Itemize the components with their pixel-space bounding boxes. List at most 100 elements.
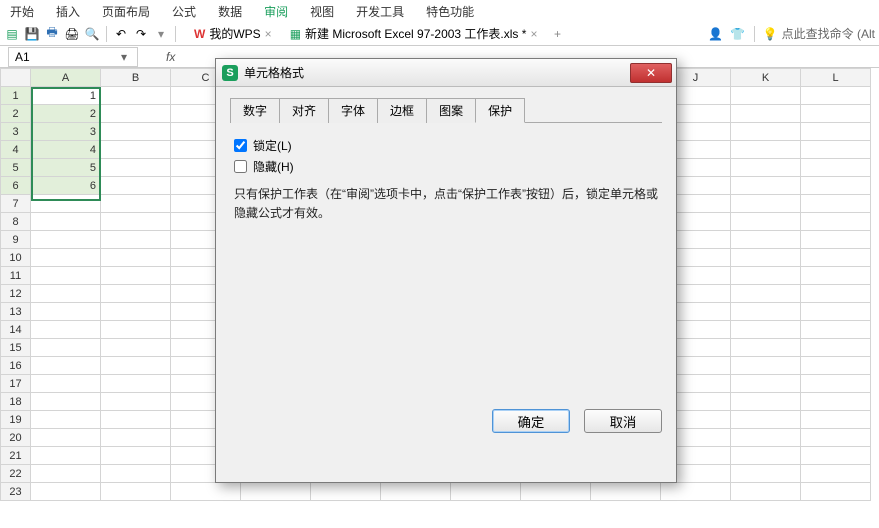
skin-icon[interactable]: 👕	[730, 26, 746, 42]
row-header-8[interactable]: 8	[1, 213, 31, 231]
col-header-A[interactable]: A	[31, 69, 101, 87]
ribbon-tab-6[interactable]: 视图	[310, 3, 334, 20]
cell-C23[interactable]	[171, 483, 241, 501]
cell-L4[interactable]	[801, 141, 871, 159]
cell-L16[interactable]	[801, 357, 871, 375]
row-header-22[interactable]: 22	[1, 465, 31, 483]
row-header-2[interactable]: 2	[1, 105, 31, 123]
cell-A2[interactable]: 2	[31, 105, 101, 123]
dialog-tab-0[interactable]: 数字	[230, 98, 280, 123]
cell-L13[interactable]	[801, 303, 871, 321]
cell-E23[interactable]	[311, 483, 381, 501]
cell-B2[interactable]	[101, 105, 171, 123]
cell-L21[interactable]	[801, 447, 871, 465]
name-box[interactable]: A1 ▾	[8, 47, 138, 67]
dialog-tab-2[interactable]: 字体	[328, 98, 378, 123]
cell-A9[interactable]	[31, 231, 101, 249]
cell-L19[interactable]	[801, 411, 871, 429]
cell-B12[interactable]	[101, 285, 171, 303]
cell-B11[interactable]	[101, 267, 171, 285]
cell-B19[interactable]	[101, 411, 171, 429]
cell-K6[interactable]	[731, 177, 801, 195]
dialog-titlebar[interactable]: S 单元格格式 ✕	[216, 59, 676, 87]
cell-A19[interactable]	[31, 411, 101, 429]
cell-G23[interactable]	[451, 483, 521, 501]
cell-A23[interactable]	[31, 483, 101, 501]
cell-K8[interactable]	[731, 213, 801, 231]
cell-K12[interactable]	[731, 285, 801, 303]
cell-F23[interactable]	[381, 483, 451, 501]
cell-K9[interactable]	[731, 231, 801, 249]
cell-L7[interactable]	[801, 195, 871, 213]
ribbon-tab-7[interactable]: 开发工具	[356, 3, 404, 20]
cell-A12[interactable]	[31, 285, 101, 303]
cell-K7[interactable]	[731, 195, 801, 213]
cell-A22[interactable]	[31, 465, 101, 483]
cell-K16[interactable]	[731, 357, 801, 375]
row-header-6[interactable]: 6	[1, 177, 31, 195]
user-icon[interactable]: 👤	[708, 26, 724, 42]
cell-A18[interactable]	[31, 393, 101, 411]
cell-L9[interactable]	[801, 231, 871, 249]
row-header-15[interactable]: 15	[1, 339, 31, 357]
new-icon[interactable]: ▤	[4, 26, 20, 42]
row-header-3[interactable]: 3	[1, 123, 31, 141]
row-header-5[interactable]: 5	[1, 159, 31, 177]
file-tab[interactable]: ▦ 新建 Microsoft Excel 97-2003 工作表.xls * ×	[284, 23, 544, 45]
row-header-19[interactable]: 19	[1, 411, 31, 429]
cell-H23[interactable]	[521, 483, 591, 501]
cell-K4[interactable]	[731, 141, 801, 159]
cell-B4[interactable]	[101, 141, 171, 159]
cell-K2[interactable]	[731, 105, 801, 123]
col-header-B[interactable]: B	[101, 69, 171, 87]
close-icon[interactable]: ×	[530, 27, 537, 41]
cell-K1[interactable]	[731, 87, 801, 105]
cell-B16[interactable]	[101, 357, 171, 375]
cell-K19[interactable]	[731, 411, 801, 429]
select-all-corner[interactable]	[1, 69, 31, 87]
cell-A17[interactable]	[31, 375, 101, 393]
cell-B18[interactable]	[101, 393, 171, 411]
col-header-L[interactable]: L	[801, 69, 871, 87]
cancel-button[interactable]: 取消	[584, 409, 662, 433]
row-header-21[interactable]: 21	[1, 447, 31, 465]
cell-L14[interactable]	[801, 321, 871, 339]
cell-K3[interactable]	[731, 123, 801, 141]
cell-A6[interactable]: 6	[31, 177, 101, 195]
cell-L18[interactable]	[801, 393, 871, 411]
cell-A7[interactable]	[31, 195, 101, 213]
cell-B20[interactable]	[101, 429, 171, 447]
cell-B1[interactable]	[101, 87, 171, 105]
add-tab-icon[interactable]: +	[549, 26, 565, 42]
cell-L6[interactable]	[801, 177, 871, 195]
ribbon-tab-8[interactable]: 特色功能	[426, 3, 474, 20]
row-header-16[interactable]: 16	[1, 357, 31, 375]
undo-icon[interactable]: ↶	[113, 26, 129, 42]
cell-L12[interactable]	[801, 285, 871, 303]
cell-K14[interactable]	[731, 321, 801, 339]
command-search[interactable]: 💡 点此查找命令 (Alt	[763, 25, 875, 42]
cell-B5[interactable]	[101, 159, 171, 177]
cell-K5[interactable]	[731, 159, 801, 177]
ribbon-tab-2[interactable]: 页面布局	[102, 3, 150, 20]
cell-L3[interactable]	[801, 123, 871, 141]
cell-B21[interactable]	[101, 447, 171, 465]
cell-L20[interactable]	[801, 429, 871, 447]
close-icon[interactable]: ×	[265, 27, 272, 41]
cell-A8[interactable]	[31, 213, 101, 231]
row-header-9[interactable]: 9	[1, 231, 31, 249]
cell-L1[interactable]	[801, 87, 871, 105]
cell-A1[interactable]: 1	[31, 87, 101, 105]
dialog-tab-3[interactable]: 边框	[377, 98, 427, 123]
cell-K13[interactable]	[731, 303, 801, 321]
cell-L10[interactable]	[801, 249, 871, 267]
row-header-23[interactable]: 23	[1, 483, 31, 501]
hide-checkbox-row[interactable]: 隐藏(H)	[234, 158, 658, 175]
saveas-icon[interactable]: 🖶	[44, 26, 60, 42]
fx-button[interactable]: fx	[166, 50, 175, 64]
cell-K23[interactable]	[731, 483, 801, 501]
hide-checkbox[interactable]	[234, 160, 247, 173]
row-header-20[interactable]: 20	[1, 429, 31, 447]
ok-button[interactable]: 确定	[492, 409, 570, 433]
row-header-4[interactable]: 4	[1, 141, 31, 159]
